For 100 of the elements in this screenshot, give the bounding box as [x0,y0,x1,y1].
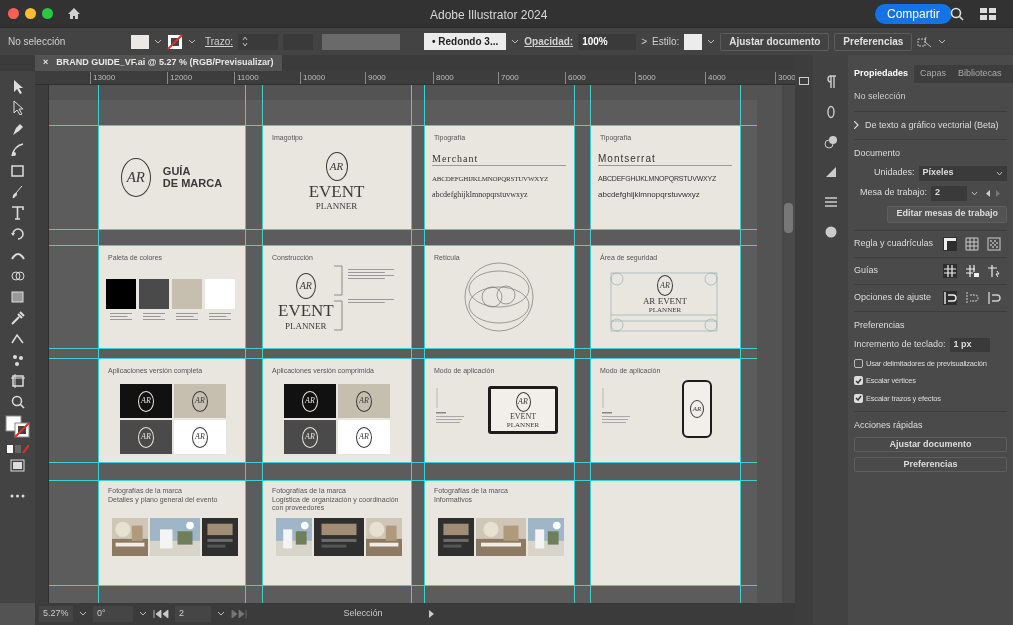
quick-action-button[interactable]: Preferencias [854,457,1007,473]
pen-icon[interactable] [10,121,25,136]
caret-icon[interactable] [938,38,947,45]
stroke-swatch-icon[interactable] [167,33,183,50]
blend-icon[interactable] [10,331,25,346]
checkbox[interactable] [854,359,863,369]
rectangle-icon[interactable] [10,163,25,178]
edit-artboards-button[interactable]: Editar mesas de trabajo [887,205,1007,223]
curvature-pen-icon[interactable] [10,142,25,157]
expand-arrow[interactable]: > [641,34,647,49]
panel-icon[interactable] [799,77,809,85]
bracket-drawing [334,265,344,331]
caret-icon[interactable] [707,38,716,45]
stroke-weight-field[interactable] [237,33,278,50]
panel-tab[interactable]: Propiedades [848,65,915,83]
selection-status: No selección [854,90,907,103]
gradient-icon[interactable] [10,289,25,304]
fill-stroke-icon[interactable] [4,415,31,439]
transparency-grid-icon[interactable] [987,236,1001,251]
caret-icon[interactable] [79,611,87,617]
cover-title: GUÍA [162,165,192,177]
brush-icon[interactable] [10,184,25,199]
smart-guides-icon[interactable] [987,263,1001,278]
rotation-field[interactable]: 0° [93,606,133,622]
caret-icon[interactable] [971,190,979,196]
checkbox[interactable] [854,393,863,403]
caret-icon[interactable] [188,38,196,45]
ruler-number: 11000 [234,72,259,84]
direct-selection-arrow-icon[interactable] [10,100,25,115]
eyedropper-icon[interactable] [10,310,25,325]
color-code-drawing [209,313,231,320]
brand-subtitle: PLANNER [315,201,358,211]
keyboard-increment-field[interactable]: 1 px [949,338,990,352]
guides-icon[interactable] [943,263,957,278]
artboard-number-field[interactable]: 2 [175,606,211,622]
window-control-icon[interactable] [8,8,19,19]
window-control-icon[interactable] [42,8,53,19]
previous-next-icon[interactable] [986,189,1001,197]
expand-chevron-icon[interactable] [854,121,859,130]
caret-icon[interactable] [217,611,225,617]
fill-swatch[interactable] [131,34,149,49]
panel-tab[interactable]: Bibliotecas [952,65,1008,83]
document-tab[interactable]: BRAND GUIDE_VF.ai @ 5.27 % (RGB/Previsualizar) [56,56,274,70]
brand-name: AR EVENT [642,297,688,306]
artboard-field[interactable]: 2 [931,185,968,201]
first-previous-icon[interactable] [153,610,169,618]
checkmark-icon [855,377,862,384]
snap-point-icon[interactable] [943,290,957,305]
color-code-drawing [110,313,132,320]
ruler-icon[interactable] [943,236,957,251]
panel-tab[interactable]: Capas [914,65,953,83]
units-dropdown[interactable]: Píxeles [918,165,1007,181]
play-icon[interactable] [429,610,434,618]
appearance-icon[interactable] [823,135,838,149]
share-button[interactable]: Compartir [875,4,952,24]
style-swatch[interactable] [684,33,703,50]
opacity-label: Opacidad: [524,35,574,49]
brush-dropdown[interactable]: • Redondo 3... [423,33,507,50]
artboard-tool-icon[interactable] [917,35,934,48]
artboard-icon[interactable] [10,373,25,388]
scrollbar-thumb[interactable] [784,203,793,233]
home-icon[interactable] [67,7,81,20]
search-icon[interactable] [950,7,964,21]
workspace-icon[interactable] [980,8,996,20]
style-label: Estilo: [652,35,680,49]
align-icon[interactable] [823,195,838,209]
cover-title: DE MARCA [162,177,223,189]
field-label: Unidades: [874,166,915,180]
search-icon[interactable] [10,394,25,409]
lock-guides-icon[interactable] [965,263,979,278]
symbol-sprayer-icon[interactable] [10,352,25,367]
quick-action-button[interactable]: Ajustar documento [854,437,1007,453]
screen-mode-icon[interactable] [10,459,25,472]
ruler-number: 12000 [167,72,193,84]
more-tools-icon[interactable] [10,494,25,498]
window-title: Adobe Illustrator 2024 [430,7,548,24]
caret-icon[interactable] [154,38,162,45]
brand-subtitle: PLANNER [285,322,327,331]
toolbar-button[interactable]: Preferencias [834,32,913,51]
ruler-number: 8000 [433,72,454,84]
caret-icon[interactable] [139,611,147,617]
rotate-icon[interactable] [10,226,25,241]
toolbar-button[interactable]: Ajustar documento [720,32,830,51]
feature-link[interactable]: De texto a gráfico vectorial (Beta) [865,118,999,132]
snap-pixel-icon[interactable] [965,290,979,305]
opacity-field[interactable]: 100% [578,33,637,50]
caret-icon[interactable] [511,38,520,45]
checkmark-icon [855,395,862,402]
window-control-icon[interactable] [25,8,36,19]
shape-builder-icon[interactable] [10,268,25,283]
section-heading: Regla y cuadrículas [854,236,934,250]
type-icon[interactable] [10,205,25,220]
grid-icon[interactable] [965,236,979,251]
graphic-styles-icon[interactable] [823,225,838,239]
snap-glyph-icon[interactable] [987,290,1001,305]
next-last-icon[interactable] [231,610,247,618]
zoom-field[interactable]: 5.27% [39,606,73,622]
checkbox[interactable] [854,376,863,386]
color-mode-icon[interactable] [6,445,29,453]
close-tab-button[interactable]: × [43,56,49,70]
